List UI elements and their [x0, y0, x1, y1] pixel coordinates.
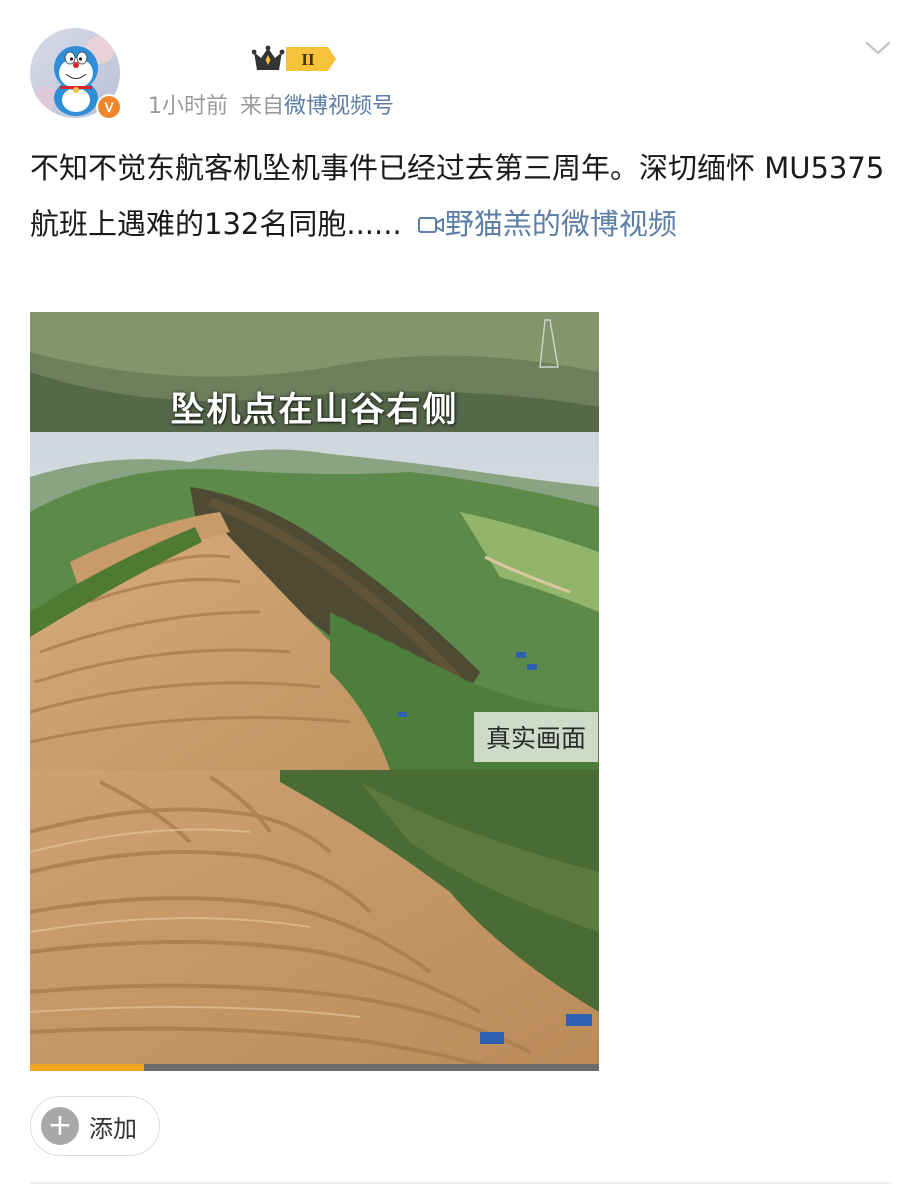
- video-link[interactable]: 野猫羔的微博视频: [411, 207, 677, 241]
- plus-icon: +: [41, 1107, 79, 1145]
- video-progress-fill: [30, 1064, 144, 1071]
- post-meta: 1小时前 来自微博视频号: [148, 88, 394, 120]
- post-text: 不知不觉东航客机坠机事件已经过去第三周年。深切缅怀 MU5375航班上遇难的13…: [30, 140, 892, 252]
- add-button[interactable]: + 添加: [30, 1096, 160, 1156]
- verified-badge: V: [96, 94, 122, 120]
- avatar[interactable]: V: [30, 28, 122, 120]
- post-time: 1小时前: [148, 94, 228, 119]
- divider: [30, 1182, 892, 1184]
- svg-text:II: II: [301, 50, 315, 69]
- crown-icon: [252, 45, 285, 70]
- add-button-label: 添加: [89, 1114, 137, 1143]
- video-link-label: 野猫羔的微博视频: [444, 207, 677, 241]
- video-progress-bar[interactable]: [30, 1064, 599, 1071]
- video-player[interactable]: 坠机点在山谷右侧 真实画面: [30, 312, 599, 1071]
- video-camera-icon: [417, 217, 444, 233]
- video-caption-right: 真实画面: [474, 712, 598, 762]
- chevron-down-icon[interactable]: [864, 38, 892, 58]
- member-level-badge[interactable]: II: [252, 44, 336, 74]
- video-caption-top: 坠机点在山谷右侧: [170, 390, 459, 430]
- source-link[interactable]: 微博视频号: [284, 94, 394, 119]
- weibo-post: V II 1小时前 来自微博视频号 不知不觉东航客机坠机事件已经过去第三周年。深切…: [0, 0, 920, 1200]
- verified-icon: V: [98, 96, 120, 118]
- source-prefix: 来自: [240, 94, 285, 119]
